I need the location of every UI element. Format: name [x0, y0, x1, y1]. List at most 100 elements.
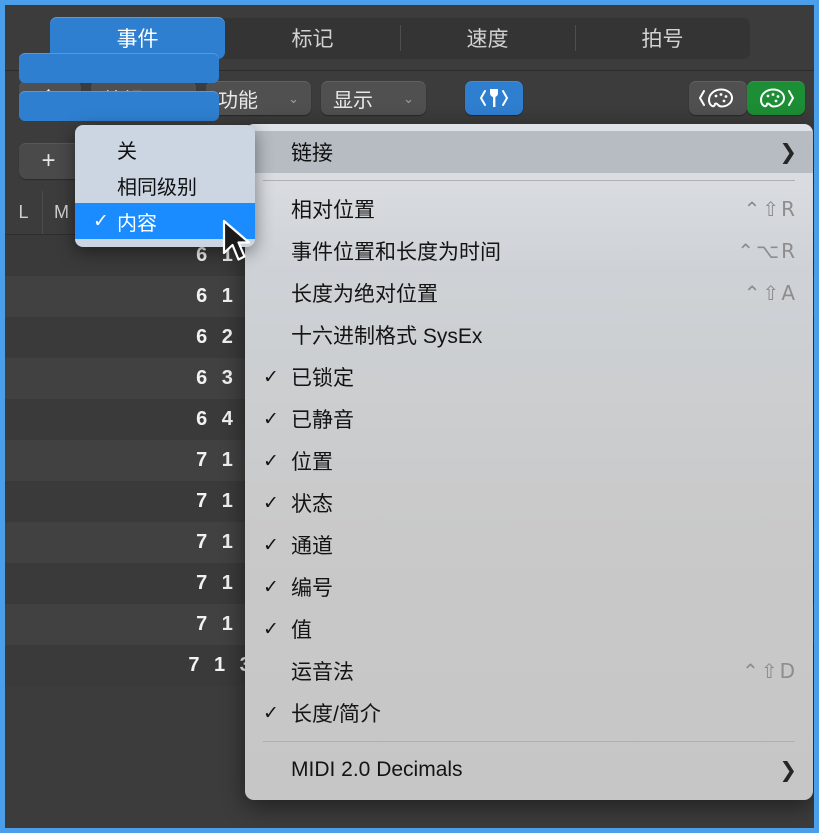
menu-separator: [263, 741, 795, 742]
row-position-cell[interactable]: 713: [81, 613, 261, 636]
checkmark-icon: [263, 492, 291, 515]
link-mode-option[interactable]: 关: [75, 131, 255, 167]
menu-item-label: MIDI 2.0 Decimals: [291, 758, 463, 781]
menu-item-label: 已静音: [291, 409, 354, 432]
row-position-part: 7: [196, 572, 208, 594]
row-position-part: 6: [196, 285, 208, 307]
row-position-part: 1: [221, 285, 234, 307]
menu-item[interactable]: 已静音: [245, 398, 813, 440]
link-mode-option-label: 相同级别: [117, 176, 197, 199]
functions-menu-label: 功能: [218, 89, 258, 112]
view-menu-button[interactable]: 显示 ⌄: [321, 81, 426, 115]
checkmark-icon: [263, 408, 291, 431]
tab-markers[interactable]: 标记: [225, 17, 400, 59]
column-header-mute-label: M: [54, 202, 69, 222]
row-position-part: 6: [196, 408, 208, 430]
menu-item[interactable]: MIDI 2.0 Decimals ❯: [245, 749, 813, 791]
menu-item[interactable]: 编号: [245, 566, 813, 608]
row-position-cell[interactable]: 613: [81, 285, 261, 308]
menu-item[interactable]: 相对位置 ⌃⇧R: [245, 188, 813, 230]
selected-event-bar[interactable]: [19, 91, 219, 121]
row-position-cell[interactable]: 713: [81, 572, 261, 595]
menu-item[interactable]: 长度为绝对位置 ⌃⇧A: [245, 272, 813, 314]
row-position-cell[interactable]: 633: [81, 367, 261, 390]
link-mode-popup[interactable]: 关相同级别内容: [75, 125, 255, 247]
link-mode-option-label: 内容: [117, 212, 157, 235]
menu-item[interactable]: 链接 ❯: [245, 131, 813, 173]
menu-item[interactable]: 值: [245, 608, 813, 650]
checkmark-icon: [263, 702, 291, 725]
row-position-part: 1: [214, 654, 226, 676]
row-position-part: 6: [196, 244, 208, 266]
menu-item-label: 编号: [291, 577, 333, 600]
row-position-part: 7: [196, 613, 208, 635]
tab-time-signature-label: 拍号: [641, 28, 684, 51]
menu-item-label: 相对位置: [291, 199, 375, 222]
selected-event-bars: [19, 53, 219, 129]
menu-item[interactable]: 位置: [245, 440, 813, 482]
menu-item-shortcut: ⌃⇧A: [743, 281, 797, 305]
menu-separator: [263, 180, 795, 181]
chevron-right-icon: ❯: [779, 140, 797, 164]
row-position-part: 1: [221, 613, 234, 635]
row-position-part: 1: [221, 572, 234, 594]
midi-thru-button[interactable]: [465, 81, 523, 115]
tab-tempo[interactable]: 速度: [400, 17, 575, 59]
palette-out-icon: [759, 88, 794, 108]
row-position-cell[interactable]: 643: [81, 408, 261, 431]
menu-item[interactable]: 事件位置和长度为时间 ⌃⌥R: [245, 230, 813, 272]
menu-item-shortcut: ⌃⌥R: [737, 239, 797, 263]
row-position-cell[interactable]: 711: [81, 449, 261, 472]
row-position-part: 7: [188, 654, 201, 676]
row-position-part: 1: [221, 449, 234, 471]
menu-item[interactable]: 通道: [245, 524, 813, 566]
menu-item-shortcut: ⌃⇧D: [742, 659, 797, 683]
row-position-cell[interactable]: 711: [81, 490, 261, 513]
palette-in-button[interactable]: [689, 81, 747, 115]
menu-item-label: 已锁定: [291, 367, 354, 390]
view-dropdown-menu[interactable]: 链接 ❯ 相对位置 ⌃⇧R 事件位置和长度为时间 ⌃⌥R 长度为绝对位置 ⌃⇧A 十六进制格式 …: [245, 124, 813, 800]
row-position-part: 4: [221, 408, 234, 430]
row-position-part: 7: [196, 490, 208, 512]
link-mode-option-label: 关: [117, 140, 137, 163]
chevron-down-icon: ⌄: [403, 90, 414, 106]
menu-item-label: 值: [291, 619, 312, 642]
menu-item-label: 事件位置和长度为时间: [291, 241, 501, 264]
menu-item-label: 运音法: [291, 661, 354, 684]
palette-out-button[interactable]: [747, 81, 805, 115]
menu-item-label: 链接: [291, 142, 333, 165]
menu-item-label: 长度/简介: [291, 703, 381, 726]
add-event-button[interactable]: +: [19, 143, 79, 179]
checkmark-icon: [263, 366, 291, 389]
functions-menu-button[interactable]: 功能 ⌄: [206, 81, 311, 115]
menu-item[interactable]: 运音法 ⌃⇧D: [245, 650, 813, 692]
row-position-cell[interactable]: 713: [79, 654, 254, 677]
palette-in-icon: [699, 88, 734, 108]
menu-item[interactable]: 长度/简介: [245, 692, 813, 734]
menu-item-label: 位置: [291, 451, 333, 474]
tab-time-signature[interactable]: 拍号: [575, 17, 750, 59]
menu-item-label: 十六进制格式 SysEx: [291, 325, 483, 348]
menu-item[interactable]: 已锁定: [245, 356, 813, 398]
row-position-part: 2: [221, 326, 234, 348]
checkmark-icon: [263, 576, 291, 599]
row-position-part: 1: [221, 490, 234, 512]
menu-item[interactable]: 十六进制格式 SysEx: [245, 314, 813, 356]
selected-event-bar[interactable]: [19, 53, 219, 83]
column-header-lock-label: L: [18, 202, 29, 222]
link-mode-option[interactable]: 相同级别: [75, 167, 255, 203]
checkmark-icon: [263, 618, 291, 641]
row-position-part: 1: [221, 531, 234, 553]
column-header-lock[interactable]: L: [5, 191, 43, 234]
row-position-cell[interactable]: 623: [81, 326, 261, 349]
row-position-cell[interactable]: 711: [81, 531, 261, 554]
tab-events-label: 事件: [116, 28, 159, 51]
menu-item-label: 长度为绝对位置: [291, 283, 438, 306]
menu-item-label: 状态: [291, 493, 333, 516]
link-mode-option[interactable]: 内容: [75, 203, 255, 239]
row-position-part: 6: [196, 367, 208, 389]
menu-item[interactable]: 状态: [245, 482, 813, 524]
row-position-part: 6: [196, 326, 208, 348]
tab-markers-label: 标记: [291, 28, 334, 51]
row-position-cell[interactable]: 611: [81, 244, 261, 267]
